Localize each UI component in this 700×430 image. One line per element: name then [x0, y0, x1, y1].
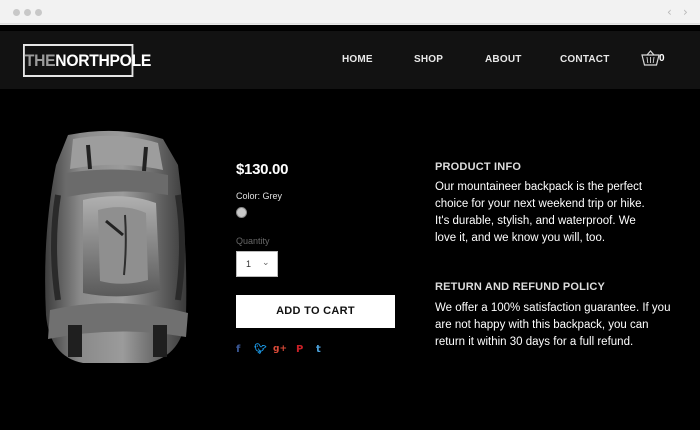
window-maximize-dot[interactable]: [35, 9, 42, 16]
window-close-dot[interactable]: [13, 9, 20, 16]
nav-shop-link[interactable]: SHOP: [414, 54, 443, 65]
product-info-title: PRODUCT INFO: [435, 161, 522, 173]
product-info-line: love it, and we know you will, too.: [435, 232, 606, 244]
product-info-line: choice for your next weekend trip or hik…: [435, 198, 645, 210]
color-label: Color: Grey: [236, 191, 283, 201]
chevron-right-icon[interactable]: ›: [683, 5, 688, 19]
tumblr-icon[interactable]: t: [316, 344, 321, 355]
google-plus-icon[interactable]: g+: [273, 344, 287, 354]
chevron-left-icon[interactable]: ‹: [667, 5, 672, 19]
product-page: THENORTHPOLE HOME SHOP ABOUT CONTACT 0 $…: [0, 25, 700, 430]
product-info-text: Our mountaineer backpack is the perfect …: [435, 179, 671, 247]
product-price: $130.00: [236, 161, 289, 178]
refund-policy-line: We offer a 100% satisfaction guarantee. …: [435, 302, 671, 314]
facebook-icon[interactable]: f: [236, 344, 240, 355]
logo-northpole-text: NORTHPOLE: [55, 51, 152, 70]
pinterest-icon[interactable]: P: [296, 344, 303, 355]
nav-home-link[interactable]: HOME: [342, 54, 373, 65]
quantity-value: 1: [246, 259, 252, 269]
chevron-down-icon: ⌄: [262, 258, 270, 268]
browser-toolbar: ‹ ›: [0, 0, 700, 24]
product-info-line: Our mountaineer backpack is the perfect: [435, 181, 643, 193]
product-info-line: It's durable, stylish, and waterproof. W…: [435, 215, 636, 227]
cart-count: 0: [659, 53, 665, 64]
add-to-cart-button[interactable]: ADD TO CART: [236, 295, 395, 328]
refund-policy-text: We offer a 100% satisfaction guarantee. …: [435, 300, 671, 351]
window-minimize-dot[interactable]: [24, 9, 31, 16]
site-logo[interactable]: THENORTHPOLE: [23, 44, 151, 77]
refund-policy-line: are not happy with this backpack, you ca…: [435, 319, 649, 331]
nav-contact-link[interactable]: CONTACT: [560, 54, 610, 65]
quantity-label: Quantity: [236, 236, 270, 246]
twitter-icon[interactable]: 🐦︎: [254, 344, 267, 355]
nav-about-link[interactable]: ABOUT: [485, 54, 522, 65]
site-header: THENORTHPOLE HOME SHOP ABOUT CONTACT 0: [0, 31, 700, 89]
quantity-select[interactable]: 1 ⌄: [236, 251, 278, 277]
refund-policy-title: RETURN AND REFUND POLICY: [435, 281, 606, 293]
color-swatch-grey[interactable]: [236, 207, 247, 218]
backpack-image: [45, 130, 188, 363]
refund-policy-line: return it within 30 days for a full refu…: [435, 336, 634, 348]
logo-the-text: THE: [24, 51, 56, 70]
